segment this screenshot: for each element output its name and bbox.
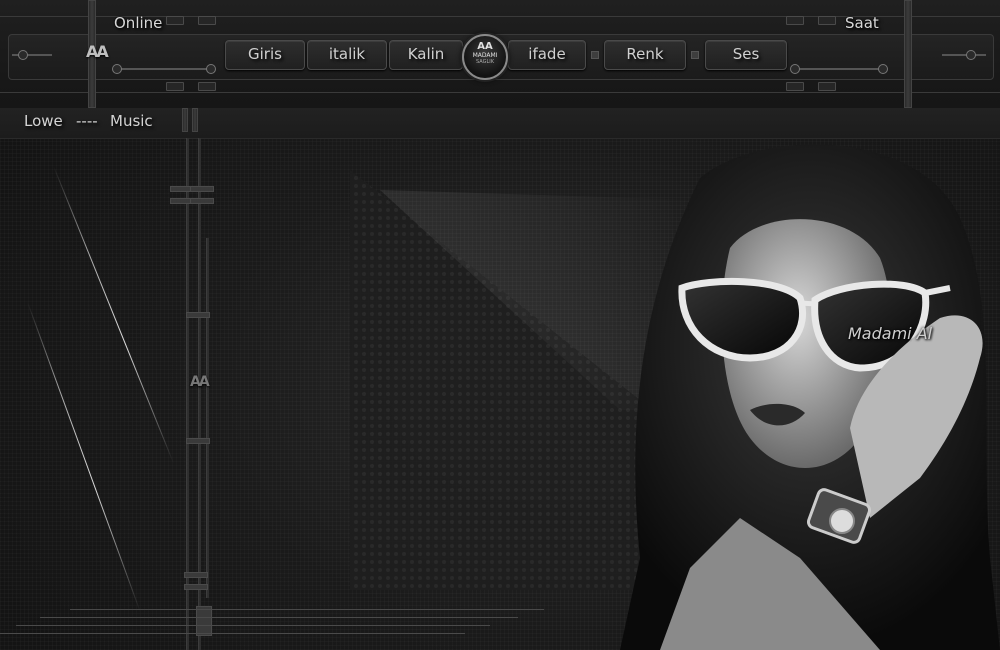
music-bar-post [182,108,188,132]
left-slider-end-knob[interactable] [206,64,216,74]
top-toolbar: AA Online Saat Giris italik Kalin ifade … [0,0,1000,109]
right-end-knob[interactable] [966,50,976,60]
right-post [904,0,912,108]
nav-kalin-button[interactable]: Kalin [389,40,463,70]
slot [166,16,184,25]
rail-tick [184,572,208,578]
rail-block [196,606,212,636]
slot [198,82,216,91]
center-logo-mark: AA [190,374,210,390]
nav-ses-button[interactable]: Ses [705,40,787,70]
center-badge-button[interactable]: AA MADAMI SAGLIK [462,34,508,80]
vertical-rail [206,238,209,598]
nav-ifade-button[interactable]: ifade [508,40,586,70]
slot [818,16,836,25]
rail-tick [190,186,214,192]
rail-tick [190,198,214,204]
music-bar-post [192,108,198,132]
rail-tick [186,438,210,444]
right-slider-start-knob[interactable] [790,64,800,74]
badge-line-1: AA [477,41,493,52]
music-label: Music [110,112,153,130]
rail-tick [184,584,208,590]
right-end-track [942,54,986,56]
bottom-rail [0,92,1000,93]
badge-line-3: SAGLIK [475,59,494,65]
divider-square [591,51,599,59]
slot [198,16,216,25]
slot [786,82,804,91]
right-slider-track [792,68,886,70]
nav-giris-button[interactable]: Giris [225,40,305,70]
left-slider-track [116,68,214,70]
music-artist: Lowe [24,112,63,130]
clock-label: Saat [845,14,879,32]
logo-mark: AA [86,42,109,61]
left-slider-start-knob[interactable] [112,64,122,74]
left-end-knob[interactable] [18,50,28,60]
nav-renk-button[interactable]: Renk [604,40,686,70]
music-bar: Lowe ---- Music [0,108,1000,139]
slot [786,16,804,25]
slot [166,82,184,91]
banner-watermark: Madami Al [848,324,933,343]
banner-photo: Madami Al [620,138,1000,650]
online-label: Online [114,14,163,32]
right-slider-end-knob[interactable] [878,64,888,74]
badge-line-2: MADAMI [472,52,498,59]
slot [818,82,836,91]
nav-italik-button[interactable]: italik [307,40,387,70]
diagonal-light [53,166,174,464]
bottom-line [0,633,465,634]
bottom-line [16,625,490,626]
bottom-line [40,617,518,618]
rail-tick [186,312,210,318]
page-background: AA Online Saat Giris italik Kalin ifade … [0,0,1000,650]
divider-square [691,51,699,59]
music-separator: ---- [76,112,98,130]
diagonal-light [27,302,141,613]
